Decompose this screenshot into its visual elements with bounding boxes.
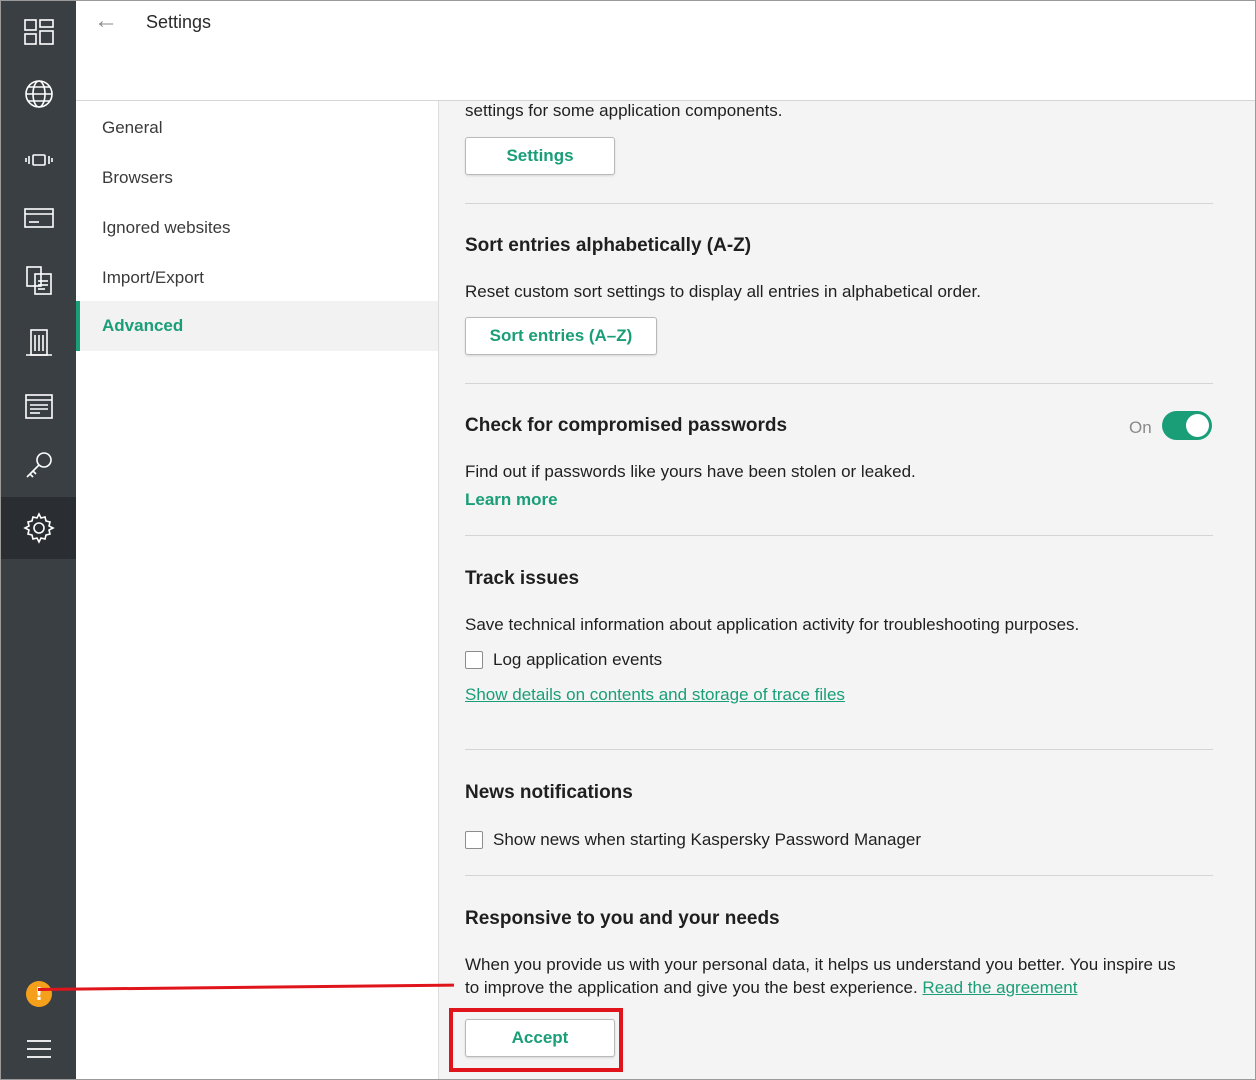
top-description: settings for some application components…	[465, 101, 783, 120]
divider	[465, 203, 1213, 204]
compromised-description: Find out if passwords like yours have be…	[465, 462, 916, 481]
nav-item-import-export[interactable]: Import/Export	[76, 253, 438, 303]
hamburger-menu-icon[interactable]	[25, 1037, 53, 1061]
responsive-description-line1: When you provide us with your personal d…	[465, 955, 1176, 974]
divider	[465, 749, 1213, 750]
divider	[465, 383, 1213, 384]
log-events-label: Log application events	[493, 650, 663, 669]
news-section-title: News notifications	[465, 782, 633, 803]
learn-more-link[interactable]: Learn more	[465, 490, 558, 510]
gear-icon[interactable]	[1, 497, 76, 559]
back-arrow-icon[interactable]: ←	[94, 9, 122, 33]
warning-icon[interactable]: !	[26, 981, 52, 1007]
credit-card-icon[interactable]	[1, 187, 76, 249]
divider	[465, 875, 1213, 876]
app-sidebar: !	[1, 1, 76, 1079]
notes-icon[interactable]	[1, 375, 76, 437]
track-issues-description: Save technical information about applica…	[465, 615, 1080, 634]
settings-button[interactable]: Settings	[465, 137, 615, 175]
responsive-section-title: Responsive to you and your needs	[465, 908, 780, 929]
trace-files-link[interactable]: Show details on contents and storage of …	[465, 685, 845, 705]
log-events-checkbox[interactable]	[465, 651, 483, 669]
show-news-checkbox[interactable]	[465, 831, 483, 849]
documents-icon[interactable]	[1, 249, 76, 311]
globe-icon[interactable]	[1, 63, 76, 125]
building-icon[interactable]	[1, 311, 76, 373]
settings-nav: General Browsers Ignored websites Import…	[76, 101, 438, 1079]
nav-item-general[interactable]: General	[76, 103, 438, 153]
track-issues-title: Track issues	[465, 568, 580, 589]
page-header: ← Settings	[76, 1, 1255, 101]
toggle-state-label: On	[1129, 418, 1152, 437]
key-icon[interactable]	[1, 435, 76, 497]
dashboard-icon[interactable]	[1, 1, 76, 63]
sort-entries-button[interactable]: Sort entries (A–Z)	[465, 317, 657, 355]
sort-section-title: Sort entries alphabetically (A-Z)	[465, 235, 752, 256]
read-agreement-link[interactable]: Read the agreement	[922, 978, 1077, 997]
vibration-icon[interactable]	[1, 129, 76, 191]
responsive-description-line2: to improve the application and give you …	[465, 978, 1077, 998]
annotation-highlight-box	[449, 1008, 623, 1072]
show-news-label: Show news when starting Kaspersky Passwo…	[493, 830, 922, 849]
sort-description: Reset custom sort settings to display al…	[465, 282, 981, 301]
show-news-option[interactable]: Show news when starting Kaspersky Passwo…	[465, 830, 921, 850]
compromised-passwords-toggle[interactable]	[1162, 411, 1212, 440]
settings-content: settings for some application components…	[438, 101, 1255, 1079]
page-title: Settings	[146, 12, 212, 32]
nav-item-browsers[interactable]: Browsers	[76, 153, 438, 203]
compromised-section-title: Check for compromised passwords	[465, 415, 788, 436]
log-events-option[interactable]: Log application events	[465, 650, 662, 670]
divider	[465, 535, 1213, 536]
toggle-knob	[1186, 414, 1209, 437]
nav-item-ignored-websites[interactable]: Ignored websites	[76, 203, 438, 253]
nav-item-advanced[interactable]: Advanced	[76, 301, 438, 351]
responsive-description-text: to improve the application and give you …	[465, 978, 918, 997]
